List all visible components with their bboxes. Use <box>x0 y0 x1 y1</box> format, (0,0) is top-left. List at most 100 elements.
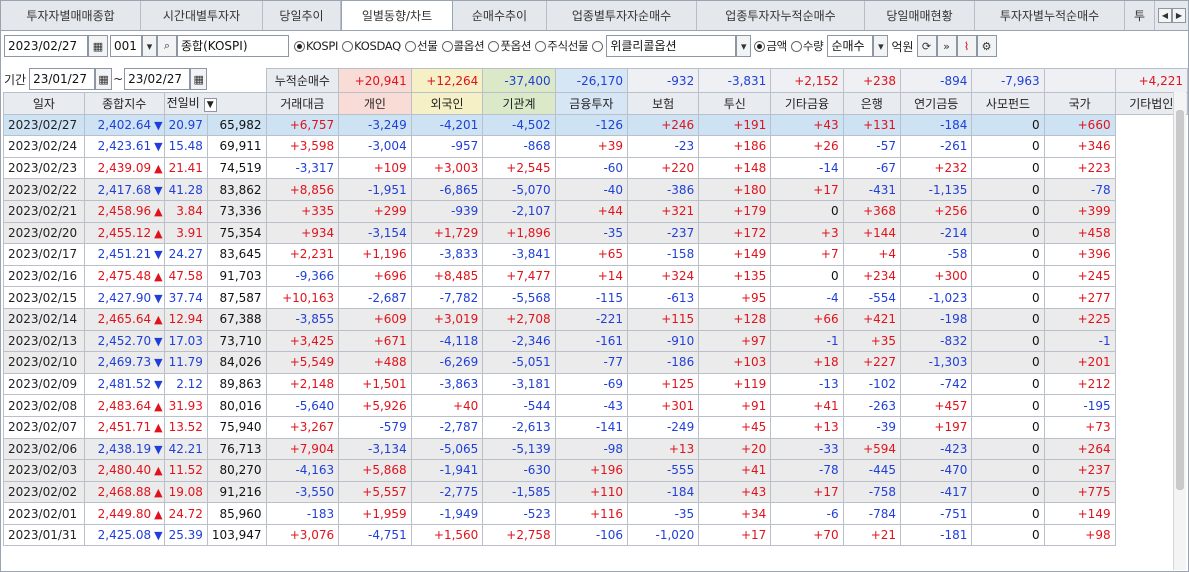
cell-retail: -3,317 <box>265 156 340 180</box>
cell-volume: 65,982 <box>206 113 267 137</box>
table-row[interactable]: 2023/01/31 2,425.08 ▼ 25.39 103,947 +3,076 -4,… <box>3 523 1188 547</box>
cell-institution: -1,949 <box>410 502 484 525</box>
table-row[interactable]: 2023/02/23 2,439.09 ▲ 21.41 74,519 -3,317 +109… <box>3 156 1188 180</box>
radio-amount[interactable]: 금액 <box>754 38 787 54</box>
tab-investor-summary[interactable]: 투자자별매매종합 <box>1 1 141 30</box>
table-row[interactable]: 2023/02/01 2,449.80 ▲ 24.72 85,960 -183 +1,959… <box>3 502 1188 525</box>
refresh-icon[interactable]: ⟳ <box>916 35 937 57</box>
table-row[interactable]: 2023/02/07 2,451.71 ▲ 13.52 75,940 +3,267 -579… <box>3 415 1188 439</box>
cell-volume: 80,016 <box>206 394 267 417</box>
cell-private-fund: -181 <box>900 523 973 547</box>
up-arrow-icon: ▲ <box>154 313 163 327</box>
cell-change: 24.27 <box>163 243 208 266</box>
chart-icon[interactable]: ⌇ <box>956 35 977 57</box>
cell-insurance: -77 <box>554 351 629 374</box>
tab-more[interactable]: 투 <box>1125 1 1155 30</box>
cell-financial: +7,477 <box>482 264 556 288</box>
chevron-down-icon[interactable]: ▾ <box>873 35 889 57</box>
table-row[interactable]: 2023/02/20 2,455.12 ▲ 3.91 75,354 +934 -3,154 +… <box>3 221 1188 245</box>
cell-trust: +125 <box>627 372 700 396</box>
cell-foreign: +1,501 <box>338 372 412 396</box>
table-row[interactable]: 2023/02/03 2,480.40 ▲ 11.52 80,270 -4,163 +5,8… <box>3 459 1188 482</box>
col-pension[interactable]: 연기금등 <box>900 92 973 115</box>
scroll-thumb[interactable] <box>1176 110 1184 490</box>
chevron-down-icon[interactable]: ▾ <box>142 35 157 57</box>
col-insurance[interactable]: 보험 <box>627 92 700 115</box>
col-institution[interactable]: 기관계 <box>482 92 556 115</box>
radio-quantity[interactable]: 수량 <box>790 38 824 54</box>
gear-icon[interactable]: ⚙ <box>976 35 997 57</box>
table-row[interactable]: 2023/02/14 2,465.64 ▲ 12.94 67,388 -3,855 +609… <box>3 307 1188 331</box>
table-row[interactable]: 2023/02/27 2,402.64 ▼ 20.97 65,982 +6,757 -3,2… <box>3 113 1188 137</box>
table-row[interactable]: 2023/02/17 2,451.21 ▼ 24.27 83,645 +2,231 +1,1… <box>3 243 1188 266</box>
code-field[interactable]: 001 <box>110 35 142 57</box>
calendar-icon[interactable]: ▦ <box>88 35 108 57</box>
market-name-field: 종합(KOSPI) <box>177 35 289 57</box>
down-arrow-icon: ▼ <box>154 248 163 262</box>
cell-other-financial: +103 <box>698 351 772 374</box>
cell-trust: -237 <box>627 221 700 245</box>
tab-investor-cumulative[interactable]: 투자자별누적순매수 <box>975 1 1125 30</box>
radio-call-option[interactable]: 콜옵션 <box>441 38 485 54</box>
search-icon[interactable]: ⌕ <box>157 35 177 57</box>
mode-select[interactable]: 순매수 <box>827 35 874 57</box>
col-bank[interactable]: 은행 <box>842 92 902 115</box>
radio-futures[interactable]: 선물 <box>404 38 438 54</box>
cell-other-financial: +97 <box>698 329 772 353</box>
date-field[interactable]: 2023/02/27 <box>4 35 88 57</box>
col-retail[interactable]: 개인 <box>338 92 412 115</box>
col-change[interactable]: 전일비 ▼ <box>163 92 267 115</box>
table-row[interactable]: 2023/02/02 2,468.88 ▲ 19.08 91,216 -3,550 +5,5… <box>3 480 1188 504</box>
cell-date: 2023/02/06 <box>3 437 85 461</box>
table-row[interactable]: 2023/02/16 2,475.48 ▲ 47.58 91,703 -9,366 +696… <box>3 264 1188 288</box>
table-row[interactable]: 2023/02/24 2,423.61 ▼ 15.48 69,911 +3,598 -3,0… <box>3 135 1188 158</box>
chevron-down-icon[interactable]: ▾ <box>736 35 752 57</box>
table-row[interactable]: 2023/02/06 2,438.19 ▼ 42.21 76,713 +7,904 -3,1… <box>3 437 1188 461</box>
tab-daily-trend[interactable]: 당일추이 <box>263 1 341 30</box>
tab-right-icon[interactable]: ▶ <box>1172 8 1186 23</box>
cumulative-label: 누적순매수 <box>265 68 340 93</box>
down-arrow-icon: ▼ <box>154 183 163 197</box>
table-row[interactable]: 2023/02/08 2,483.64 ▲ 31.93 80,016 -5,640 +5,9… <box>3 394 1188 417</box>
table-row[interactable]: 2023/02/13 2,452.70 ▼ 17.03 73,710 +3,425 +671… <box>3 329 1188 353</box>
tab-left-icon[interactable]: ◀ <box>1158 8 1172 23</box>
cell-bank: -6 <box>770 502 844 525</box>
sort-dropdown-icon[interactable]: ▼ <box>203 98 217 113</box>
cell-private-fund: -423 <box>900 437 973 461</box>
weekly-option-select[interactable]: 위클리콜옵션 <box>606 35 737 57</box>
cell-private-fund: -751 <box>900 502 973 525</box>
radio-put-option[interactable]: 풋옵션 <box>488 38 531 54</box>
tab-daily-chart[interactable]: 일별동향/차트 <box>341 1 453 30</box>
col-trust[interactable]: 투신 <box>698 92 772 115</box>
cell-trust: -184 <box>627 480 700 504</box>
tab-sector-net-buy[interactable]: 업종별투자자순매수 <box>547 1 697 30</box>
expand-icon[interactable]: » <box>936 35 957 57</box>
vertical-scrollbar[interactable] <box>1173 92 1186 570</box>
table-row[interactable]: 2023/02/21 2,458.96 ▲ 3.84 73,336 +335 +299 -93… <box>3 199 1188 223</box>
tab-sector-cumulative[interactable]: 업종투자자누적순매수 <box>697 1 865 30</box>
query-toolbar: 2023/02/27 ▦ 001 ▾ ⌕ 종합(KOSPI) KOSPI KOS… <box>1 32 1188 60</box>
table-row[interactable]: 2023/02/15 2,427.90 ▼ 37.74 87,587 +10,163 -2,… <box>3 286 1188 309</box>
radio-kospi[interactable]: KOSPI <box>294 39 338 53</box>
tab-time-investor[interactable]: 시간대별투자자 <box>141 1 263 30</box>
table-row[interactable]: 2023/02/09 2,481.52 ▼ 2.12 89,863 +2,148 +1,50… <box>3 372 1188 396</box>
tab-net-buy-trend[interactable]: 순매수추이 <box>453 1 547 30</box>
col-private-fund[interactable]: 사모펀드 <box>971 92 1045 115</box>
radio-kosdaq[interactable]: KOSDAQ <box>342 39 401 53</box>
cell-pension: -102 <box>842 372 902 396</box>
col-volume[interactable]: 거래대금 <box>265 92 340 115</box>
radio-stock-futures[interactable]: 주식선물 <box>535 38 589 54</box>
table-row[interactable]: 2023/02/22 2,417.68 ▼ 41.28 83,862 +8,856 -1,9… <box>3 178 1188 201</box>
tab-today-trades[interactable]: 당일매매현황 <box>865 1 975 30</box>
cell-insurance: +116 <box>554 502 629 525</box>
col-foreign[interactable]: 외국인 <box>410 92 484 115</box>
radio-weekly[interactable] <box>592 40 604 52</box>
col-other-financial[interactable]: 기타금융 <box>770 92 844 115</box>
table-row[interactable]: 2023/02/10 2,469.73 ▼ 11.79 84,026 +5,549 +488… <box>3 351 1188 374</box>
col-financial[interactable]: 금융투자 <box>554 92 629 115</box>
col-date[interactable]: 일자 <box>3 92 85 115</box>
col-nation[interactable]: 국가 <box>1043 92 1116 115</box>
col-index[interactable]: 종합지수 <box>83 92 165 115</box>
cell-other-corp: +73 <box>1043 415 1116 439</box>
cell-retail: -3,550 <box>265 480 340 504</box>
